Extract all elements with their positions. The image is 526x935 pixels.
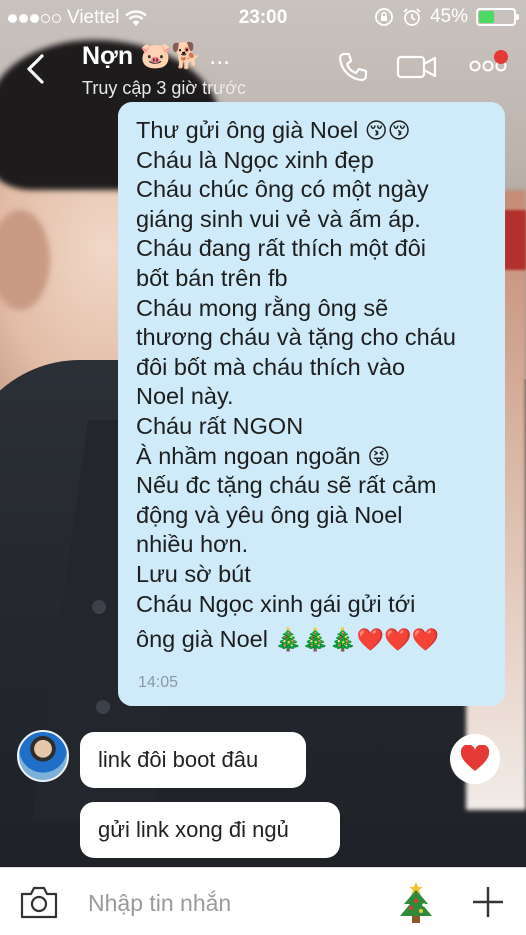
christmas-tree-icon[interactable]: [394, 880, 438, 926]
avatar[interactable]: [17, 730, 69, 782]
grinning-squint-emoji: 😝: [367, 443, 391, 469]
outgoing-message-bubble[interactable]: Thư gửi ông già Noel 😚😚 Cháu là Ngọc xin…: [118, 102, 505, 706]
message-composer: [0, 867, 526, 935]
status-bar: Viettel 23:00 45%: [0, 0, 526, 34]
plus-icon[interactable]: [470, 884, 506, 920]
incoming-message-bubble[interactable]: gửi link xong đi ngủ: [80, 802, 340, 858]
message-line: Cháu rất NGON: [136, 412, 304, 439]
message-line: động và yêu ông già Noel: [136, 501, 403, 528]
phone-icon[interactable]: [336, 50, 370, 84]
message-line: Cháu chúc ông có một ngày: [136, 176, 429, 203]
alarm-icon: [403, 8, 421, 26]
message-line: giáng sinh vui vẻ và ấm áp.: [136, 205, 421, 232]
camera-icon[interactable]: [18, 882, 60, 922]
rotation-lock-icon: [375, 8, 393, 26]
contact-name[interactable]: Nợn 🐷🐕 ...: [82, 42, 230, 71]
incoming-message-bubble[interactable]: link đôi boot đâu: [80, 732, 306, 788]
video-call-icon[interactable]: [396, 50, 438, 84]
message-line: thương cháu và tặng cho cháu: [136, 324, 456, 351]
message-line: nhiều hơn.: [136, 531, 249, 558]
battery-percent: 45%: [429, 6, 468, 27]
message-line: Cháu đang rất thích một đôi: [136, 235, 427, 262]
message-line: Cháu là Ngọc xinh đẹp: [136, 146, 374, 173]
message-line: Thư gửi ông già Noel 😚😚: [136, 117, 411, 143]
message-line: đôi bốt mà cháu thích vào: [136, 353, 406, 380]
last-seen-status: Truy cập 3 giờ trước: [82, 78, 247, 98]
kissing-face-emoji: 😚😚: [364, 118, 411, 143]
chat-header: Nợn 🐷🐕 ... Truy cập 3 giờ trước: [0, 34, 526, 104]
like-reaction-button[interactable]: [450, 734, 500, 784]
message-line: bốt bán trên fb: [136, 264, 288, 291]
message-line: Cháu Ngọc xinh gái gửi tới: [136, 590, 416, 617]
message-line: Lưu sờ bút: [136, 560, 251, 587]
message-input[interactable]: [86, 882, 390, 924]
message-line: Cháu mong rằng ông sẽ: [136, 294, 389, 321]
back-chevron-icon[interactable]: [20, 52, 54, 86]
notification-dot: [494, 50, 508, 64]
trees-and-hearts-emoji: 🎄🎄🎄❤️❤️❤️: [274, 627, 439, 653]
message-text: gửi link xong đi ngủ: [98, 817, 289, 842]
message-line: À nhầm ngoan ngoãn 😝: [136, 442, 391, 469]
message-timestamp: 14:05: [138, 674, 179, 691]
heart-icon: [460, 745, 490, 771]
battery-icon: [476, 8, 519, 26]
message-line: Nếu đc tặng cháu sẽ rất cảm: [136, 472, 437, 499]
message-line: Noel này.: [136, 383, 234, 410]
message-text: link đôi boot đâu: [98, 747, 259, 772]
message-line: ông già Noel 🎄🎄🎄❤️❤️❤️: [136, 626, 439, 653]
